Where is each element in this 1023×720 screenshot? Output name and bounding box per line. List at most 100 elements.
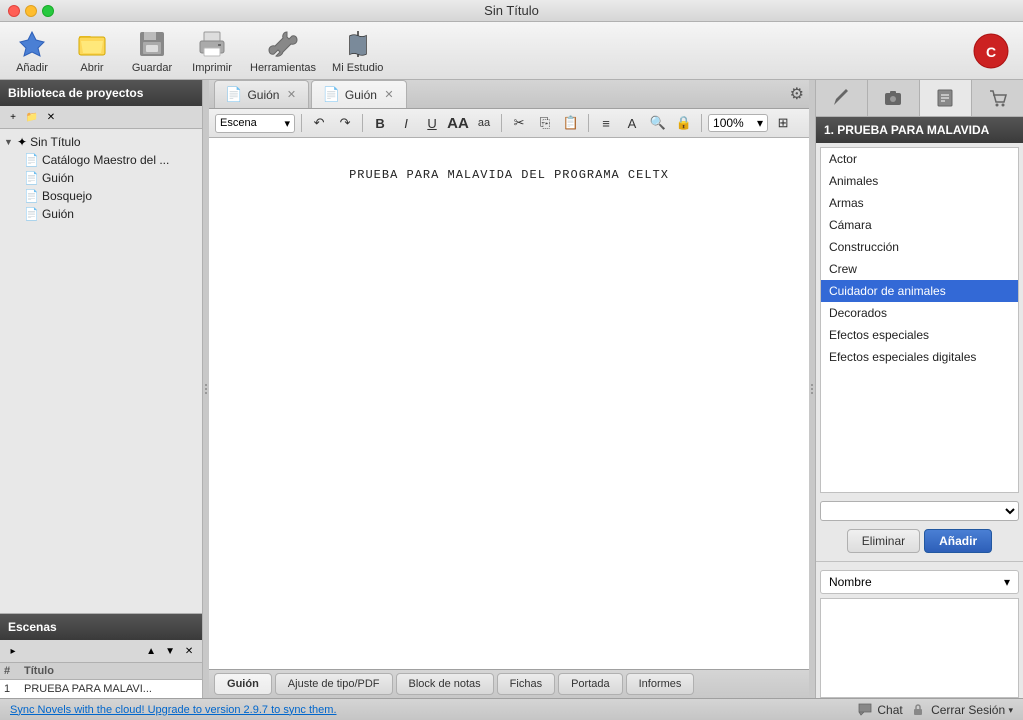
tree-root[interactable]: ▼ ✦ Sin Título bbox=[0, 133, 202, 151]
tree-item-script1[interactable]: 📄 Guión bbox=[20, 169, 202, 187]
sidebar-remove-btn[interactable]: ✕ bbox=[43, 109, 59, 125]
bottom-tab-fichas[interactable]: Fichas bbox=[497, 673, 555, 695]
celtx-logo-item: C bbox=[969, 33, 1013, 69]
bottom-tab-portada[interactable]: Portada bbox=[558, 673, 623, 695]
rp-separator bbox=[816, 561, 1023, 562]
chat-icon bbox=[857, 702, 873, 718]
format-sep-2 bbox=[362, 114, 363, 132]
window-title: Sin Título bbox=[484, 3, 539, 18]
search-btn[interactable]: 🔍 bbox=[647, 112, 669, 134]
scenes-down-btn[interactable]: ▼ bbox=[162, 643, 178, 659]
scene-row[interactable]: 1 PRUEBA PARA MALAVI... bbox=[0, 680, 202, 698]
tab-0-close[interactable]: ✕ bbox=[284, 88, 298, 102]
minimize-button[interactable] bbox=[25, 5, 37, 17]
open-toolbar-item[interactable]: Abrir bbox=[70, 28, 114, 74]
underline-btn[interactable]: U bbox=[421, 112, 443, 134]
rp-actions: Eliminar Añadir bbox=[816, 525, 1023, 557]
font-size-large-btn[interactable]: AA bbox=[447, 112, 469, 134]
undo-btn[interactable]: ↶ bbox=[308, 112, 330, 134]
maximize-button[interactable] bbox=[42, 5, 54, 17]
save-toolbar-item[interactable]: Guardar bbox=[130, 28, 174, 74]
tab-1-icon: 📄 bbox=[322, 86, 339, 103]
add-label: Añadir bbox=[16, 62, 48, 74]
svg-text:C: C bbox=[986, 44, 996, 60]
scenes-table-body: 1 PRUEBA PARA MALAVI... bbox=[0, 680, 202, 698]
scenes-up-btn[interactable]: ▲ bbox=[143, 643, 159, 659]
open-icon bbox=[76, 28, 108, 60]
rp-item-armas[interactable]: Armas bbox=[821, 192, 1018, 214]
print-icon bbox=[196, 28, 228, 60]
rp-name-header[interactable]: Nombre ▾ bbox=[820, 570, 1019, 594]
tab-0[interactable]: 📄 Guión ✕ bbox=[214, 80, 309, 108]
redo-btn[interactable]: ↷ bbox=[334, 112, 356, 134]
lock-icon bbox=[911, 703, 925, 717]
rp-dropdown-row bbox=[816, 497, 1023, 525]
studio-toolbar-item[interactable]: Mi Estudio bbox=[332, 28, 383, 74]
rp-tab-document[interactable] bbox=[920, 80, 972, 116]
scenes-add-btn[interactable]: ▸ bbox=[5, 643, 21, 659]
main-toolbar: Añadir Abrir Guardar bbox=[0, 22, 1023, 80]
tab-0-icon: 📄 bbox=[225, 86, 242, 103]
scenes-header: Escenas bbox=[0, 614, 202, 640]
rp-item-actor[interactable]: Actor bbox=[821, 148, 1018, 170]
add-toolbar-item[interactable]: Añadir bbox=[10, 28, 54, 74]
scenes-remove-btn[interactable]: ✕ bbox=[181, 643, 197, 659]
copy-btn[interactable]: ⎘ bbox=[534, 112, 556, 134]
bottom-tab-guion[interactable]: Guión bbox=[214, 673, 272, 695]
sidebar-add-btn[interactable]: + bbox=[5, 109, 21, 125]
bold-btn[interactable]: B bbox=[369, 112, 391, 134]
rp-tab-camera[interactable] bbox=[868, 80, 920, 116]
rp-item-efectos[interactable]: Efectos especiales bbox=[821, 324, 1018, 346]
rp-item-decorados[interactable]: Decorados bbox=[821, 302, 1018, 324]
scene-type-select[interactable]: Escena ▾ bbox=[215, 114, 295, 133]
script-page: PRUEBA PARA MALAVIDA DEL PROGRAMA CELTX bbox=[229, 158, 789, 649]
bottom-tab-block[interactable]: Block de notas bbox=[396, 673, 494, 695]
rp-item-crew[interactable]: Crew bbox=[821, 258, 1018, 280]
rp-category-dropdown[interactable] bbox=[820, 501, 1019, 521]
zoom-box[interactable]: 100% ▾ bbox=[708, 114, 768, 132]
sync-link[interactable]: Sync Novels with the cloud! Upgrade to v… bbox=[10, 704, 337, 716]
resize-dots-right bbox=[811, 384, 813, 394]
status-bar: Sync Novels with the cloud! Upgrade to v… bbox=[0, 698, 1023, 720]
print-toolbar-item[interactable]: Imprimir bbox=[190, 28, 234, 74]
tree-item-catalog[interactable]: 📄 Catálogo Maestro del ... bbox=[20, 151, 202, 169]
session-button[interactable]: Cerrar Sesión ▾ bbox=[911, 702, 1013, 717]
paste-btn[interactable]: 📋 bbox=[560, 112, 582, 134]
tab-1-label: Guión bbox=[345, 88, 377, 102]
font-btn[interactable]: A bbox=[621, 112, 643, 134]
rp-item-animales[interactable]: Animales bbox=[821, 170, 1018, 192]
tab-settings-btn[interactable]: ⚙ bbox=[790, 84, 804, 104]
bottom-tab-informes[interactable]: Informes bbox=[626, 673, 695, 695]
editor-area: 📄 Guión ✕ 📄 Guión ✕ ⚙ Escena ▾ ↶ ↷ B I U bbox=[209, 80, 809, 698]
close-button[interactable] bbox=[8, 5, 20, 17]
rp-item-camara[interactable]: Cámara bbox=[821, 214, 1018, 236]
font-size-small-btn[interactable]: aa bbox=[473, 112, 495, 134]
right-panel-tabs bbox=[816, 80, 1023, 117]
tab-1-close[interactable]: ✕ bbox=[382, 88, 396, 102]
script-content[interactable]: PRUEBA PARA MALAVIDA DEL PROGRAMA CELTX bbox=[209, 138, 809, 669]
italic-btn[interactable]: I bbox=[395, 112, 417, 134]
expand-btn[interactable]: ⊞ bbox=[772, 112, 794, 134]
bottom-tabs: Guión Ajuste de tipo/PDF Block de notas … bbox=[209, 669, 809, 698]
rp-tab-pen[interactable] bbox=[816, 80, 868, 116]
tab-1[interactable]: 📄 Guión ✕ bbox=[311, 80, 406, 108]
rp-item-cuidador[interactable]: Cuidador de animales bbox=[821, 280, 1018, 302]
scenes-table-header: # Título bbox=[0, 663, 202, 680]
cut-btn[interactable]: ✂ bbox=[508, 112, 530, 134]
rp-tab-cart[interactable] bbox=[972, 80, 1023, 116]
rp-item-efectos-digitales[interactable]: Efectos especiales digitales bbox=[821, 346, 1018, 368]
sidebar-tree: ▼ ✦ Sin Título 📄 Catálogo Maestro del ..… bbox=[0, 129, 202, 613]
rp-item-construccion[interactable]: Construcción bbox=[821, 236, 1018, 258]
rp-add-btn[interactable]: Añadir bbox=[924, 529, 992, 553]
rp-delete-btn[interactable]: Eliminar bbox=[847, 529, 920, 553]
align-btn[interactable]: ≡ bbox=[595, 112, 617, 134]
save-icon bbox=[136, 28, 168, 60]
bottom-tab-ajuste[interactable]: Ajuste de tipo/PDF bbox=[275, 673, 393, 695]
chat-button[interactable]: Chat bbox=[857, 702, 902, 718]
lock-btn[interactable]: 🔒 bbox=[673, 112, 695, 134]
sidebar-folder-btn[interactable]: 📁 bbox=[24, 109, 40, 125]
sidebar-toolbar: + 📁 ✕ bbox=[0, 106, 202, 129]
tree-item-script2[interactable]: 📄 Guión bbox=[20, 205, 202, 223]
tree-item-sketch[interactable]: 📄 Bosquejo bbox=[20, 187, 202, 205]
tools-toolbar-item[interactable]: Herramientas bbox=[250, 28, 316, 74]
